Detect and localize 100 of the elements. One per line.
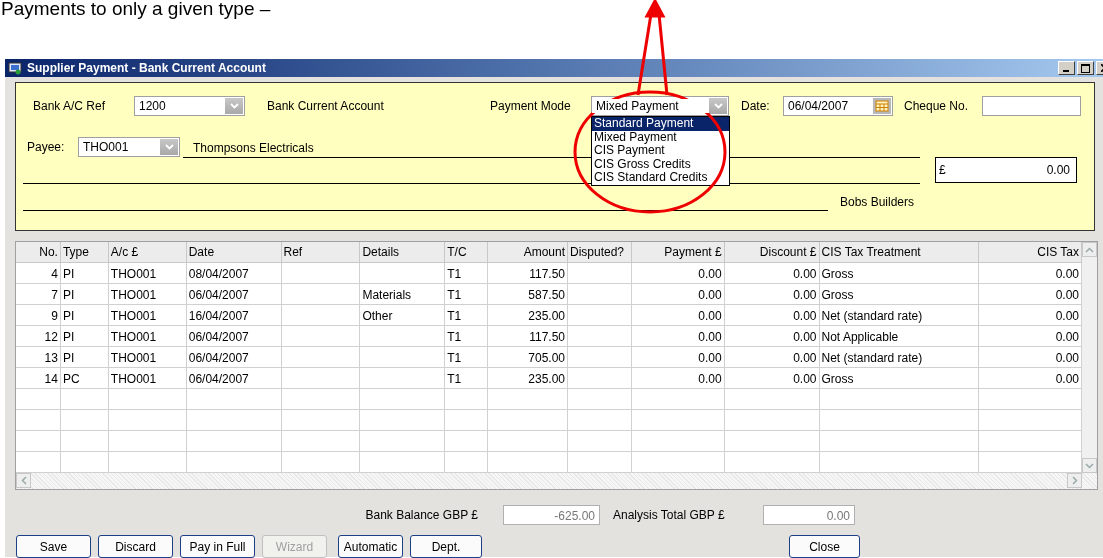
table-cell	[568, 431, 632, 452]
table-cell	[60, 431, 109, 452]
amount-field[interactable]: £ 0.00	[935, 157, 1077, 183]
dropdown-option[interactable]: CIS Payment	[592, 144, 729, 158]
table-cell: 0.00	[724, 263, 820, 284]
field-label: Cheque No.	[904, 99, 970, 113]
dropdown-field[interactable]: 1200	[134, 96, 245, 116]
table-cell: PI	[60, 326, 109, 347]
dropdown-option[interactable]: Mixed Payment	[592, 130, 729, 144]
table-cell: Gross	[819, 368, 980, 389]
table-cell: T1	[445, 347, 489, 368]
column-header[interactable]: Amount	[488, 242, 568, 263]
table-cell: 0.00	[724, 284, 820, 305]
table-cell: T1	[445, 368, 489, 389]
dropdown-option[interactable]: Standard Payment	[592, 117, 729, 131]
field-label: Bank Balance GBP £	[364, 508, 478, 522]
table-cell: 16/04/2007	[186, 305, 282, 326]
window-title: Supplier Payment - Bank Current Account	[27, 61, 267, 75]
maximize-button[interactable]	[1077, 61, 1094, 75]
column-header[interactable]: Discount £	[724, 242, 820, 263]
chevron-left-icon	[20, 476, 27, 485]
table-cell: 0.00	[724, 347, 820, 368]
table-cell: 117.50	[488, 263, 568, 284]
dropdown-option[interactable]: CIS Standard Credits	[592, 171, 729, 185]
table-cell: 08/04/2007	[186, 263, 282, 284]
table-cell: 0.00	[631, 368, 725, 389]
field-label: Analysis Total GBP £	[613, 508, 726, 522]
action-button[interactable]: Dept.	[410, 535, 482, 558]
table-cell: 0.00	[724, 305, 820, 326]
table-cell	[60, 389, 109, 410]
company-name: Bobs Builders	[840, 195, 915, 211]
column-header[interactable]: A/c £	[108, 242, 187, 263]
table-cell	[16, 389, 61, 410]
table-cell: 0.00	[631, 284, 725, 305]
scroll-left-button[interactable]	[16, 473, 31, 488]
column-header[interactable]: CIS Tax	[979, 242, 1082, 263]
table-cell: 235.00	[488, 368, 568, 389]
table-cell: 06/04/2007	[186, 347, 282, 368]
action-button[interactable]: Discard	[98, 535, 173, 558]
table-cell: 0.00	[724, 368, 820, 389]
table-cell: THO001	[108, 263, 187, 284]
scroll-down-button[interactable]	[1082, 458, 1097, 473]
table-cell	[445, 410, 489, 431]
scroll-right-button[interactable]	[1067, 473, 1082, 488]
table-cell: PI	[60, 263, 109, 284]
table-cell: Net (standard rate)	[819, 305, 980, 326]
table-cell: T1	[445, 284, 489, 305]
table-cell: 0.00	[631, 326, 725, 347]
action-button[interactable]: Automatic	[338, 535, 403, 558]
table-cell	[568, 284, 632, 305]
column-header[interactable]: Type	[60, 242, 109, 263]
table-cell: 0.00	[631, 263, 725, 284]
field-label: Payment Mode	[490, 99, 572, 113]
minimize-button[interactable]	[1058, 61, 1075, 75]
account-name: Bank Current Account	[267, 99, 385, 113]
table-cell: THO001	[108, 368, 187, 389]
table-cell: 13	[16, 347, 61, 368]
scroll-up-button[interactable]	[1082, 242, 1097, 257]
table-cell: T1	[445, 326, 489, 347]
table-cell	[445, 431, 489, 452]
table-cell: T1	[445, 305, 489, 326]
table-cell: T1	[445, 263, 489, 284]
date-field[interactable]: 06/04/2007	[783, 96, 893, 116]
close-button[interactable]: Close	[789, 535, 860, 558]
bank-balance-field: -625.00	[503, 505, 600, 525]
calendar-icon[interactable]	[873, 98, 891, 114]
column-header[interactable]: Payment £	[631, 242, 725, 263]
cheque-number-field[interactable]	[982, 96, 1081, 116]
dropdown-field[interactable]: THO001	[78, 137, 180, 157]
table-cell: Materials	[360, 284, 446, 305]
table-cell: 0.00	[724, 326, 820, 347]
dropdown-option[interactable]: CIS Gross Credits	[592, 157, 729, 171]
table-cell: 117.50	[488, 326, 568, 347]
table-cell: THO001	[108, 326, 187, 347]
table-cell: Gross	[819, 284, 980, 305]
table-cell: THO001	[108, 284, 187, 305]
table-cell: PI	[60, 284, 109, 305]
action-button[interactable]: Save	[16, 535, 91, 558]
chevron-icon	[164, 144, 174, 150]
table-cell	[568, 368, 632, 389]
table-cell: 7	[16, 284, 61, 305]
column-header[interactable]: Date	[186, 242, 282, 263]
window-icon	[8, 61, 22, 75]
column-header[interactable]: Disputed?	[568, 242, 632, 263]
table-cell: 9	[16, 305, 61, 326]
column-header[interactable]: No.	[16, 242, 61, 263]
field-label: Bank A/C Ref	[33, 99, 107, 113]
chevron-up-icon	[1085, 246, 1094, 253]
action-button[interactable]: Pay in Full	[180, 535, 255, 558]
table-cell: Other	[360, 305, 446, 326]
column-header[interactable]: CIS Tax Treatment	[819, 242, 980, 263]
table-cell	[445, 389, 489, 410]
table-cell	[60, 410, 109, 431]
column-header[interactable]: T/C	[445, 242, 489, 263]
column-header[interactable]: Details	[360, 242, 446, 263]
heading-text: Payments to only a given type –	[1, 0, 271, 19]
table-cell: 06/04/2007	[186, 326, 282, 347]
column-header[interactable]: Ref	[281, 242, 361, 263]
table-cell: 0.00	[631, 305, 725, 326]
table-cell: 14	[16, 368, 61, 389]
